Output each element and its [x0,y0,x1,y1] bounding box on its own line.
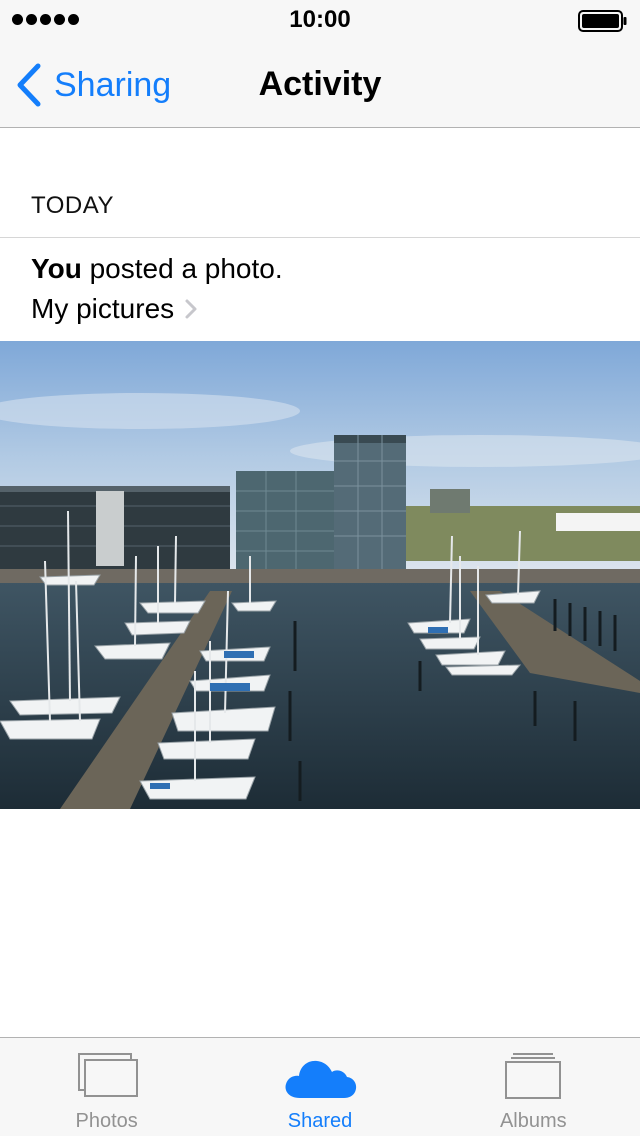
tab-photos-label: Photos [75,1110,138,1132]
navigation-bar: Sharing Activity [0,40,640,128]
tab-albums-label: Albums [499,1110,567,1132]
status-time: 10:00 [289,6,351,33]
album-name: My pictures [31,293,175,324]
activity-actor: You [31,253,82,284]
cloud-icon [285,1060,357,1098]
divider [0,237,640,238]
albums-icon [505,1053,562,1099]
photos-icon [77,1053,138,1097]
page-title: Activity [258,65,382,103]
activity-description: You posted a photo. [31,250,283,288]
activity-action: posted a photo. [81,253,283,284]
tab-shared-label: Shared [287,1110,353,1132]
section-header-today: TODAY [31,192,114,219]
harbor-photo-image [0,341,640,809]
album-link[interactable]: My pictures [31,290,198,328]
status-bar: 10:00 [0,0,640,40]
chevron-right-icon [185,299,197,319]
tab-albums[interactable]: Albums [427,1038,640,1136]
tab-photos[interactable]: Photos [0,1038,213,1136]
tab-bar: Photos Shared Albums [0,1037,640,1136]
posted-photo[interactable] [0,341,640,809]
battery-icon [578,10,627,32]
tab-shared[interactable]: Shared [213,1038,426,1136]
